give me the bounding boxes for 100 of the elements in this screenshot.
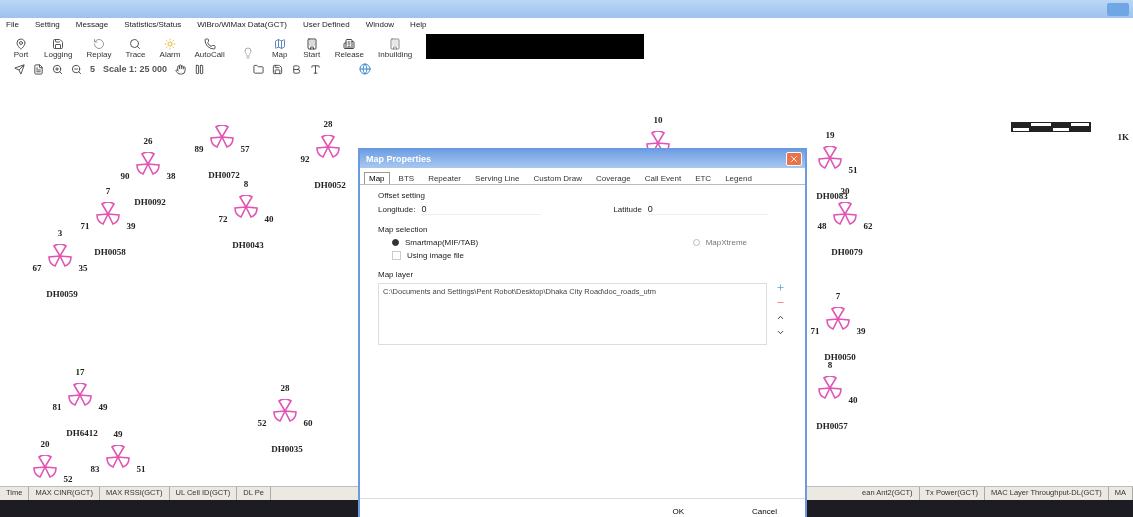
close-icon bbox=[789, 154, 799, 164]
site-name-label: DH0058 bbox=[94, 247, 126, 257]
toolbar-button[interactable]: Logging bbox=[42, 38, 75, 59]
radio-button[interactable] bbox=[392, 239, 399, 246]
option-label: Using image file bbox=[407, 251, 464, 260]
phone-icon bbox=[203, 38, 216, 50]
trefoil-icon bbox=[32, 455, 58, 479]
field-label: Longitude: bbox=[378, 205, 416, 214]
site-number-label: 39 bbox=[856, 326, 866, 336]
site-number-label: 90 bbox=[120, 171, 130, 181]
menu-item[interactable]: File bbox=[6, 20, 19, 29]
pause-icon[interactable] bbox=[194, 63, 206, 75]
toolbar-button[interactable]: Replay bbox=[84, 38, 114, 59]
save-icon[interactable] bbox=[272, 63, 284, 75]
trefoil-icon bbox=[135, 152, 161, 176]
site-number-label: 19 bbox=[825, 130, 835, 140]
menu-item[interactable]: Statistics/Status bbox=[124, 20, 182, 29]
site-name-label: DH6412 bbox=[66, 428, 98, 438]
site-number-label: 3 bbox=[57, 228, 63, 238]
site-number-label: 71 bbox=[80, 221, 90, 231]
close-button[interactable] bbox=[786, 152, 802, 166]
toolbar-button[interactable]: Alarm bbox=[157, 38, 183, 59]
tab[interactable]: Map bbox=[364, 172, 390, 184]
folder-icon[interactable] bbox=[253, 63, 265, 75]
trefoil-icon bbox=[95, 202, 121, 226]
site-name-label: DH0059 bbox=[46, 289, 78, 299]
site-number-label: 10 bbox=[653, 115, 663, 125]
site-name-label: DH0035 bbox=[271, 444, 303, 454]
tab[interactable]: Custom Draw bbox=[528, 172, 587, 184]
bold-icon[interactable] bbox=[291, 63, 303, 75]
move-down-icon[interactable] bbox=[775, 328, 785, 337]
toolbar-button[interactable]: Trace bbox=[123, 38, 148, 59]
menu-item[interactable]: Message bbox=[75, 20, 109, 29]
input-field[interactable]: 0 bbox=[421, 204, 542, 215]
zoom-out-icon[interactable] bbox=[71, 63, 82, 75]
tab[interactable]: Legend bbox=[720, 172, 757, 184]
ok-button[interactable]: OK bbox=[668, 504, 689, 517]
zoom-in-icon[interactable] bbox=[52, 63, 63, 75]
menu-item[interactable]: WiBro/WiMax Data(GCT) bbox=[197, 20, 287, 29]
site-number-label: 40 bbox=[848, 395, 858, 405]
site-number-label: 57 bbox=[240, 144, 250, 154]
section-heading: Offset setting bbox=[378, 191, 426, 200]
site-number-label: 89 bbox=[194, 144, 204, 154]
site-name-label: DH0050 bbox=[824, 352, 856, 362]
input-field[interactable]: 0 bbox=[647, 204, 768, 215]
save-icon bbox=[52, 38, 65, 50]
pan-hand-icon[interactable] bbox=[175, 63, 187, 75]
tab[interactable]: BTS bbox=[393, 172, 420, 184]
toolbar-button[interactable]: Port bbox=[10, 38, 32, 59]
cancel-button[interactable]: Cancel bbox=[748, 504, 781, 517]
site-number-label: 92 bbox=[300, 154, 310, 164]
site-number-label: 40 bbox=[264, 214, 274, 224]
trefoil-icon bbox=[272, 399, 298, 423]
tab[interactable]: Call Event bbox=[639, 172, 687, 184]
text-icon[interactable] bbox=[310, 63, 322, 75]
globe-icon[interactable] bbox=[359, 63, 372, 75]
toolbar-button[interactable]: Release bbox=[332, 38, 367, 59]
field-label: Latitude bbox=[613, 205, 642, 214]
dialog-title: Map Properties bbox=[366, 154, 432, 164]
document-icon[interactable] bbox=[33, 63, 44, 75]
menu-item[interactable]: Help bbox=[410, 20, 427, 29]
toolbar-button[interactable]: Start bbox=[300, 38, 323, 59]
site-number-label: 17 bbox=[75, 367, 85, 377]
site-number-label: 67 bbox=[32, 263, 42, 273]
tab[interactable]: Serving Line bbox=[470, 172, 525, 184]
toolbar-button[interactable]: Map bbox=[268, 38, 291, 59]
tab[interactable]: Repeater bbox=[423, 172, 467, 184]
building-icon bbox=[343, 38, 356, 50]
move-up-icon[interactable] bbox=[775, 313, 785, 322]
zoom-level-label: 5 bbox=[90, 64, 95, 74]
trefoil-icon bbox=[825, 307, 851, 331]
toolbar-button[interactable]: Inbuilding bbox=[376, 38, 415, 59]
trefoil-icon bbox=[817, 146, 843, 170]
trefoil-icon bbox=[105, 445, 131, 469]
option-label: Smartmap(MIF/TAB) bbox=[405, 238, 479, 247]
menu-item[interactable]: Window bbox=[365, 20, 395, 29]
trefoil-icon bbox=[47, 244, 73, 268]
checkbox[interactable] bbox=[392, 251, 401, 260]
site-number-label: 81 bbox=[52, 402, 62, 412]
pointer-icon[interactable] bbox=[14, 63, 25, 75]
site-number-label: 8 bbox=[827, 360, 833, 370]
site-number-label: 49 bbox=[113, 429, 123, 439]
site-number-label: 52 bbox=[63, 474, 73, 484]
tab[interactable]: ETC bbox=[690, 172, 717, 184]
site-number-label: 20 bbox=[40, 439, 50, 449]
site-number-label: 62 bbox=[863, 221, 873, 231]
replay-icon bbox=[92, 38, 105, 50]
toolbar-button[interactable]: AutoCall bbox=[192, 38, 227, 59]
tab[interactable]: Coverage bbox=[591, 172, 636, 184]
section-heading: Map selection bbox=[378, 225, 429, 234]
menu-item[interactable]: User Defined bbox=[302, 20, 350, 29]
sun-icon bbox=[164, 38, 176, 50]
menu-item[interactable]: Setting bbox=[34, 20, 60, 29]
site-number-label: 48 bbox=[817, 221, 827, 231]
trefoil-icon bbox=[817, 376, 843, 400]
site-number-label: 7 bbox=[105, 186, 111, 196]
building-icon bbox=[305, 38, 318, 50]
site-number-label: 39 bbox=[126, 221, 136, 231]
scale-label: 1K bbox=[1117, 132, 1129, 142]
scale-label: Scale 1: 25 000 bbox=[103, 64, 168, 74]
